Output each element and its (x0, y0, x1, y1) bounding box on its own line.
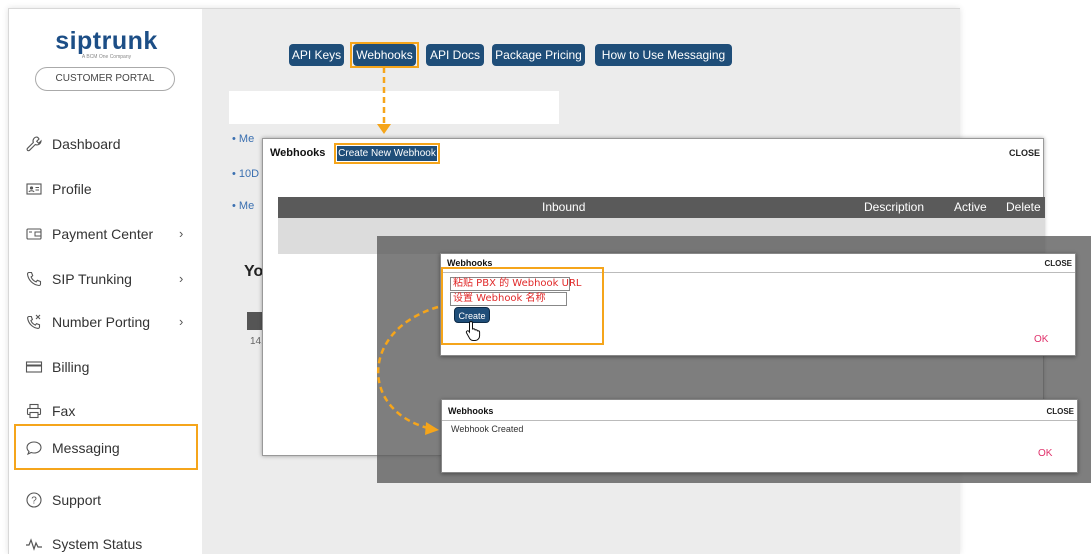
svg-text:?: ? (31, 496, 37, 507)
divider (442, 420, 1077, 421)
sidebar-item-payment-center[interactable]: Payment Center › (19, 217, 195, 251)
column-delete: Delete (1006, 200, 1041, 214)
sidebar-item-profile[interactable]: Profile (19, 172, 195, 206)
webhooks-button[interactable]: Webhooks (353, 44, 416, 66)
wallet-icon (26, 228, 42, 240)
ok-button[interactable]: OK (1034, 334, 1048, 345)
logo-subtitle: A BCM One Company (81, 54, 132, 60)
sidebar-item-label: Payment Center (52, 226, 154, 242)
create-new-webhook-button[interactable]: Create New Webhook (337, 146, 437, 161)
modal-title: Webhooks (270, 147, 326, 159)
package-pricing-button[interactable]: Package Pricing (492, 44, 585, 66)
question-icon: ? (26, 492, 42, 508)
phone-icon (26, 271, 42, 287)
bullet-link[interactable]: • 10D (232, 168, 259, 180)
siptrunk-logo: siptrunk A BCM One Company (44, 27, 169, 63)
id-card-icon (26, 183, 42, 195)
chevron-right-icon: › (179, 314, 184, 329)
column-description: Description (864, 200, 925, 214)
info-banner (229, 91, 559, 124)
sidebar: siptrunk A BCM One Company CUSTOMER PORT… (9, 9, 202, 554)
sidebar-item-dashboard[interactable]: Dashboard (19, 127, 195, 161)
sidebar-item-billing[interactable]: Billing (19, 350, 195, 384)
sidebar-item-fax[interactable]: Fax (19, 394, 195, 428)
how-to-use-messaging-button[interactable]: How to Use Messaging (595, 44, 732, 66)
sidebar-item-label: SIP Trunking (52, 271, 132, 287)
webhooks-table-header: Inbound Description Active Delete (278, 197, 1045, 218)
credit-card-icon (25, 361, 43, 373)
ok-button[interactable]: OK (1038, 448, 1052, 459)
sidebar-item-label: Billing (52, 359, 90, 375)
close-button[interactable]: CLOSE (1009, 148, 1040, 158)
sidebar-item-number-porting[interactable]: Number Porting › (19, 305, 195, 339)
page: siptrunk A BCM One Company CUSTOMER PORT… (0, 0, 1091, 554)
pulse-icon (26, 538, 42, 551)
column-active: Active (954, 200, 987, 214)
sidebar-item-sip-trunking[interactable]: SIP Trunking › (19, 262, 195, 296)
chevron-right-icon: › (179, 226, 184, 241)
column-inbound: Inbound (542, 200, 586, 214)
close-button[interactable]: CLOSE (1046, 407, 1074, 416)
wrench-icon (26, 136, 42, 152)
bullet-link[interactable]: • Me (232, 133, 254, 145)
create-webhook-highlight: Create New Webhook (334, 143, 440, 164)
chat-bubble-icon (26, 441, 42, 456)
phone-transfer-icon (27, 314, 41, 329)
webhook-created-dialog: Webhooks CLOSE Webhook Created OK (441, 399, 1078, 473)
sidebar-item-label: Number Porting (52, 314, 151, 330)
sidebar-item-label: System Status (52, 536, 143, 552)
bullet-link[interactable]: • Me (232, 200, 254, 212)
chevron-right-icon: › (179, 271, 184, 286)
sidebar-item-messaging[interactable]: Messaging (14, 424, 198, 470)
sidebar-item-label: Profile (52, 181, 92, 197)
sidebar-item-support[interactable]: ? Support (19, 483, 195, 517)
form-highlight (441, 267, 604, 345)
sidebar-item-label: Support (52, 492, 102, 508)
dialog-title: Webhooks (448, 406, 494, 416)
sidebar-item-label: Messaging (52, 440, 120, 456)
sidebar-item-system-status[interactable]: System Status (19, 527, 195, 554)
customer-portal-button[interactable]: CUSTOMER PORTAL (35, 67, 175, 91)
printer-icon (26, 403, 42, 419)
sidebar-item-label: Dashboard (52, 136, 121, 152)
sidebar-item-label: Fax (52, 403, 76, 419)
success-message: Webhook Created (451, 424, 524, 434)
api-docs-button[interactable]: API Docs (426, 44, 484, 66)
logo-text: siptrunk (55, 27, 158, 55)
close-button[interactable]: CLOSE (1044, 259, 1072, 268)
api-keys-button[interactable]: API Keys (289, 44, 344, 66)
